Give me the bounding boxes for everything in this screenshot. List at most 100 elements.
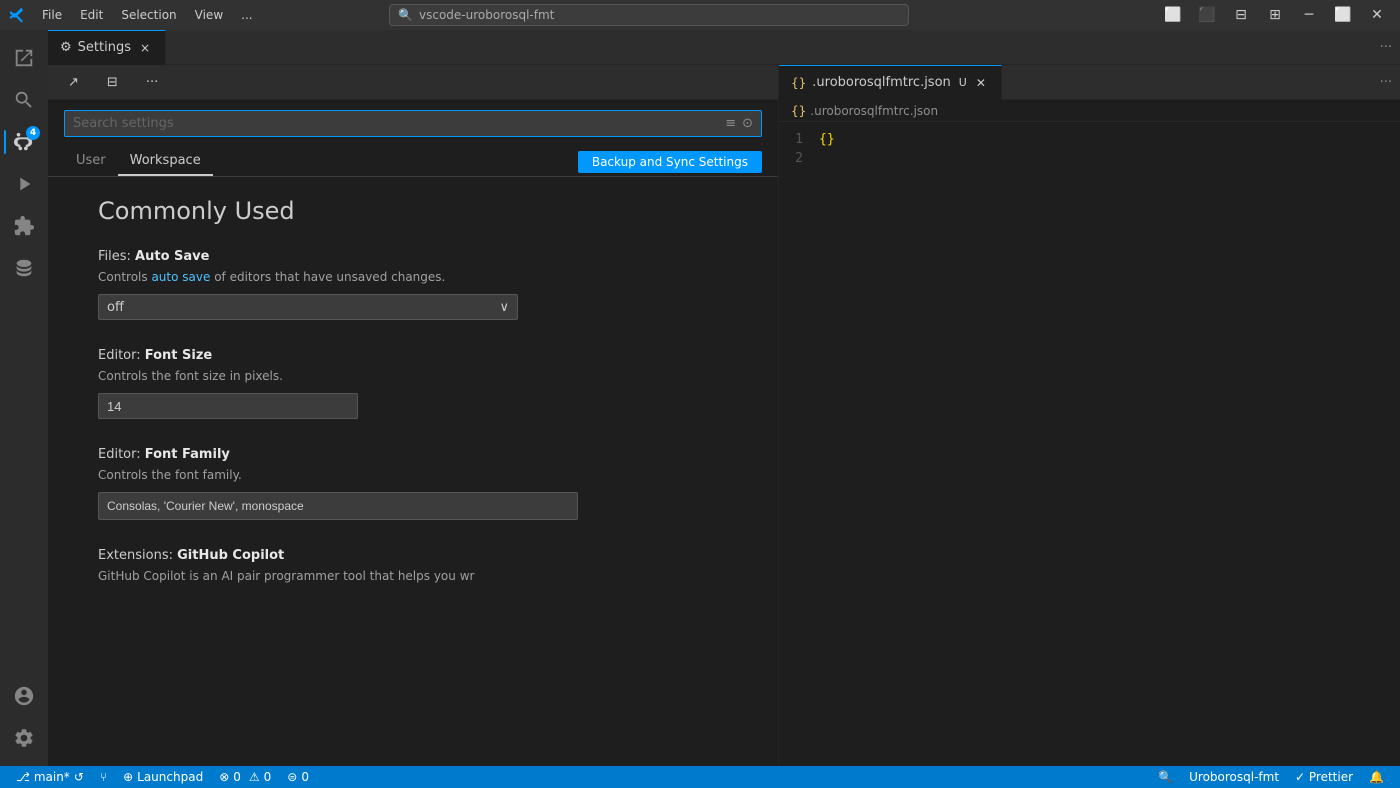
status-errors[interactable]: ⊗ 0 ⚠ 0 [211,766,279,788]
status-bar: ⎇ main* ↺ ⑂ ⊕ Launchpad ⊗ 0 ⚠ 0 ⊜ 0 🔍 Ur… [0,766,1400,788]
editor-line-2: 2 [779,149,1400,168]
split-editor-icon: ⊟ [107,75,118,90]
activity-extensions[interactable] [4,206,44,246]
json-tab-close[interactable]: ✕ [973,75,989,91]
activity-explorer[interactable] [4,38,44,78]
ports-icon: ⊜ [287,770,297,784]
settings-tab-icon: ⚙ [60,40,72,55]
search-filter-icon[interactable]: ≡ [725,116,736,131]
autosave-description: Controls auto save of editors that have … [98,268,758,286]
activity-search[interactable] [4,80,44,120]
branch-icon: ⎇ [16,770,30,784]
status-formatter[interactable]: ✓ Prettier [1287,766,1361,788]
status-branch[interactable]: ⎇ main* ↺ [8,766,92,788]
status-ports[interactable]: ⊜ 0 [279,766,317,788]
editor-breadcrumb: {} .uroborosqlfmtrc.json [779,100,1400,122]
status-bell[interactable]: 🔔 [1361,766,1392,788]
menu-view[interactable]: View [187,6,231,24]
search-settings-icon[interactable]: ⊙ [742,116,753,131]
setting-fontsize: Editor: Font Size Controls the font size… [98,348,758,419]
editor-json-panel: {} .uroborosqlfmtrc.json U ✕ ··· {} .uro… [778,65,1400,766]
activity-bar: 4 [0,30,48,766]
editor-tab-more[interactable]: ··· [1372,75,1400,90]
breadcrumb-icon: {} [791,104,806,118]
editor-tab-bar: ⚙ Settings × ··· [48,30,1400,65]
editor-file-tab-bar: {} .uroborosqlfmtrc.json U ✕ ··· [779,65,1400,100]
settings-tab-more[interactable]: ··· [136,65,168,100]
close-btn[interactable]: ✕ [1362,4,1392,26]
fontsize-label: Editor: Font Size [98,348,758,363]
settings-search-bar: ≡ ⊙ [48,100,778,147]
minimize-btn[interactable]: ─ [1294,4,1324,26]
menu-more[interactable]: ... [233,6,260,24]
ports-count: 0 [301,770,309,784]
search-settings-input[interactable] [73,111,719,136]
menu-selection[interactable]: Selection [113,6,184,24]
settings-tab[interactable]: ⚙ Settings × [48,30,166,65]
title-search-bar[interactable]: 🔍 vscode-uroborosql-fmt [389,4,909,26]
branch-name: main* [34,770,70,784]
autosave-link[interactable]: auto save [151,270,210,284]
scope-tab-user[interactable]: User [64,147,118,176]
status-launchpad[interactable]: ⊕ Launchpad [115,766,211,788]
editor-area: ⚙ Settings × ··· ↗ ⊟ ··· [48,30,1400,766]
fontfamily-label: Editor: Font Family [98,447,758,462]
grid-btn[interactable]: ⊞ [1260,4,1290,26]
autosave-select[interactable]: off ∨ [98,294,518,320]
menu-edit[interactable]: Edit [72,6,111,24]
json-file-tab[interactable]: {} .uroborosqlfmtrc.json U ✕ [779,65,1002,100]
fork-icon: ⑂ [100,770,107,784]
settings-content: Commonly Used Files: Auto Save Controls … [48,177,778,766]
layout-btn[interactable]: ⊟ [1226,4,1256,26]
status-zoom[interactable]: 🔍 [1150,766,1181,788]
window-controls: ⬜ ⬛ ⊟ ⊞ ─ ⬜ ✕ [1158,4,1392,26]
warning-icon: ⚠ [249,770,260,784]
settings-inner-tab-bar: ↗ ⊟ ··· [48,65,778,100]
menu-file[interactable]: File [34,6,70,24]
line-content-1: {} [819,132,835,147]
editor-scrollbar[interactable] [1392,122,1400,766]
setting-autosave: Files: Auto Save Controls auto save of e… [98,249,758,320]
setting-fontfamily: Editor: Font Family Controls the font fa… [98,447,758,520]
search-input-wrapper[interactable]: ≡ ⊙ [64,110,762,137]
main-container: 4 ⚙ Settings × ··· [0,30,1400,766]
error-icon: ⊗ [219,770,229,784]
split-container: ↗ ⊟ ··· ≡ ⊙ [48,65,1400,766]
settings-tab-close[interactable]: × [137,40,153,56]
activity-source-control[interactable]: 4 [4,122,44,162]
editor-content[interactable]: 1 {} 2 [779,122,1400,766]
fontfamily-input[interactable] [98,492,578,520]
breadcrumb-filename: .uroborosqlfmtrc.json [810,104,938,118]
status-language[interactable]: Uroborosql-fmt [1181,766,1287,788]
settings-tab-split-editor[interactable]: ⊟ [97,65,128,100]
json-file-icon: {} [791,76,806,90]
editor-lines: 1 {} 2 [779,130,1400,168]
bell-icon: 🔔 [1369,770,1384,784]
activity-account[interactable] [4,676,44,716]
title-search-text: vscode-uroborosql-fmt [419,8,554,22]
settings-tab-open-settings[interactable]: ↗ [58,65,89,100]
backup-sync-button[interactable]: Backup and Sync Settings [578,151,762,173]
activity-run[interactable] [4,164,44,204]
language-label: Uroborosql-fmt [1189,770,1279,784]
activity-settings[interactable] [4,718,44,758]
editor-line-1: 1 {} [779,130,1400,149]
settings-body: Commonly Used Files: Auto Save Controls … [48,177,778,633]
zoom-icon: 🔍 [1158,770,1173,784]
restore-btn[interactable]: ⬜ [1328,4,1358,26]
menu-bar: File Edit Selection View ... [34,6,261,24]
activity-database[interactable] [4,248,44,288]
status-fork[interactable]: ⑂ [92,766,115,788]
fontfamily-description: Controls the font family. [98,466,758,484]
autosave-value: off [107,300,124,315]
line-number-1: 1 [779,132,819,147]
formatter-label: ✓ Prettier [1295,770,1353,784]
tab-more-btn[interactable]: ··· [1372,40,1400,55]
panel-toggle-btn[interactable]: ⬛ [1192,4,1222,26]
autosave-chevron-icon: ∨ [499,300,509,315]
title-bar: File Edit Selection View ... 🔍 vscode-ur… [0,0,1400,30]
search-icon: 🔍 [398,8,413,22]
sidebar-toggle-btn[interactable]: ⬜ [1158,4,1188,26]
scope-tab-workspace[interactable]: Workspace [118,147,213,176]
fontsize-input[interactable] [98,393,358,419]
